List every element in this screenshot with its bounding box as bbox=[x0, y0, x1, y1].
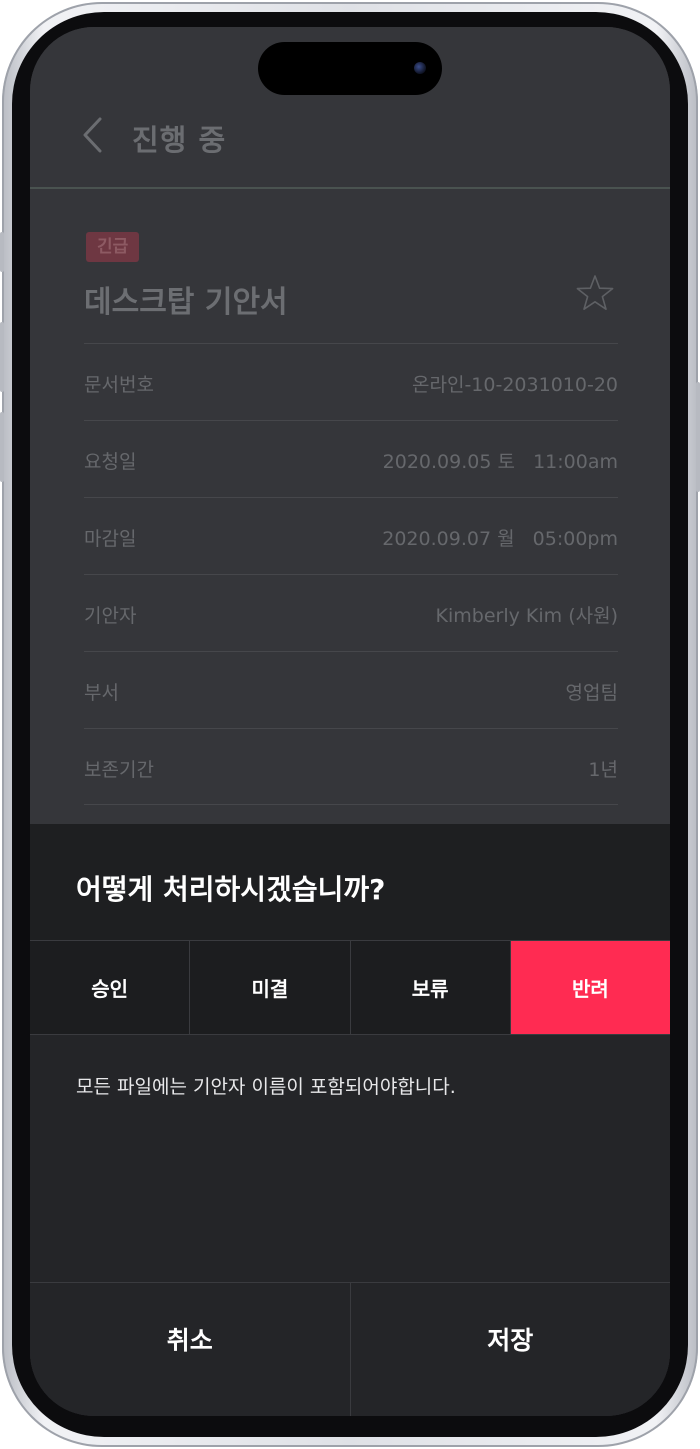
info-label: 기안자 bbox=[84, 605, 137, 627]
sheet-title: 어떻게 처리하시겠습니까? bbox=[76, 873, 386, 906]
info-row-document-number: 문서번호 온라인-10-2031010-20 bbox=[84, 343, 618, 420]
sheet-note: 모든 파일에는 기안자 이름이 포함되어야합니다. bbox=[76, 1076, 456, 1098]
info-value: 2020.09.05 토 11:00am bbox=[382, 451, 618, 473]
info-row-retention-period: 보존기간 1년 bbox=[84, 728, 618, 805]
info-value: 온라인-10-2031010-20 bbox=[412, 374, 618, 396]
info-row-deadline: 마감일 2020.09.07 월 05:00pm bbox=[84, 497, 618, 574]
urgent-badge: 긴급 bbox=[86, 232, 140, 262]
info-label: 보존기간 bbox=[84, 759, 154, 781]
page-title: 진행 중 bbox=[132, 123, 227, 157]
document-title: 데스크탑 기안서 bbox=[84, 285, 288, 320]
info-label: 부서 bbox=[84, 682, 119, 704]
option-reject[interactable]: 반려 bbox=[510, 941, 670, 1034]
save-button[interactable]: 저장 bbox=[351, 1283, 671, 1416]
info-value: 2020.09.07 월 05:00pm bbox=[382, 528, 618, 550]
option-hold[interactable]: 보류 bbox=[351, 941, 511, 1034]
info-row-drafter: 기안자 Kimberly Kim (사원) bbox=[84, 574, 618, 651]
dynamic-island bbox=[258, 42, 442, 95]
sheet-footer: 취소 저장 bbox=[30, 1282, 670, 1416]
info-label: 요청일 bbox=[84, 451, 137, 473]
document-info-list: 문서번호 온라인-10-2031010-20 요청일 2020.09.05 토 … bbox=[84, 343, 618, 805]
volume-down-button bbox=[0, 412, 4, 482]
camera-icon bbox=[414, 62, 426, 74]
cancel-button[interactable]: 취소 bbox=[30, 1283, 351, 1416]
document-detail-page: 진행 중 긴급 데스크탑 기안서 문서번호 온라인-10-2031010-20 … bbox=[30, 27, 670, 827]
star-icon[interactable] bbox=[576, 274, 614, 312]
info-value: 영업팀 bbox=[565, 682, 618, 704]
info-label: 마감일 bbox=[84, 528, 137, 550]
chevron-left-icon[interactable] bbox=[80, 115, 106, 155]
volume-up-button bbox=[0, 322, 4, 392]
screen: 진행 중 긴급 데스크탑 기안서 문서번호 온라인-10-2031010-20 … bbox=[30, 27, 670, 1416]
power-button bbox=[696, 382, 700, 492]
info-value: Kimberly Kim (사원) bbox=[435, 605, 618, 627]
option-pending[interactable]: 미결 bbox=[190, 941, 351, 1034]
info-label: 문서번호 bbox=[84, 374, 154, 396]
option-approve[interactable]: 승인 bbox=[30, 941, 191, 1034]
info-row-request-date: 요청일 2020.09.05 토 11:00am bbox=[84, 420, 618, 497]
decision-options: 승인 미결 보류 반려 bbox=[30, 940, 670, 1035]
sheet-header: 어떻게 처리하시겠습니까? bbox=[30, 824, 670, 940]
action-bottom-sheet: 어떻게 처리하시겠습니까? 승인 미결 보류 반려 모든 파일에는 기안자 이름… bbox=[30, 824, 670, 1416]
info-value: 1년 bbox=[588, 759, 618, 781]
info-row-department: 부서 영업팀 bbox=[84, 651, 618, 728]
action-button bbox=[0, 232, 4, 272]
